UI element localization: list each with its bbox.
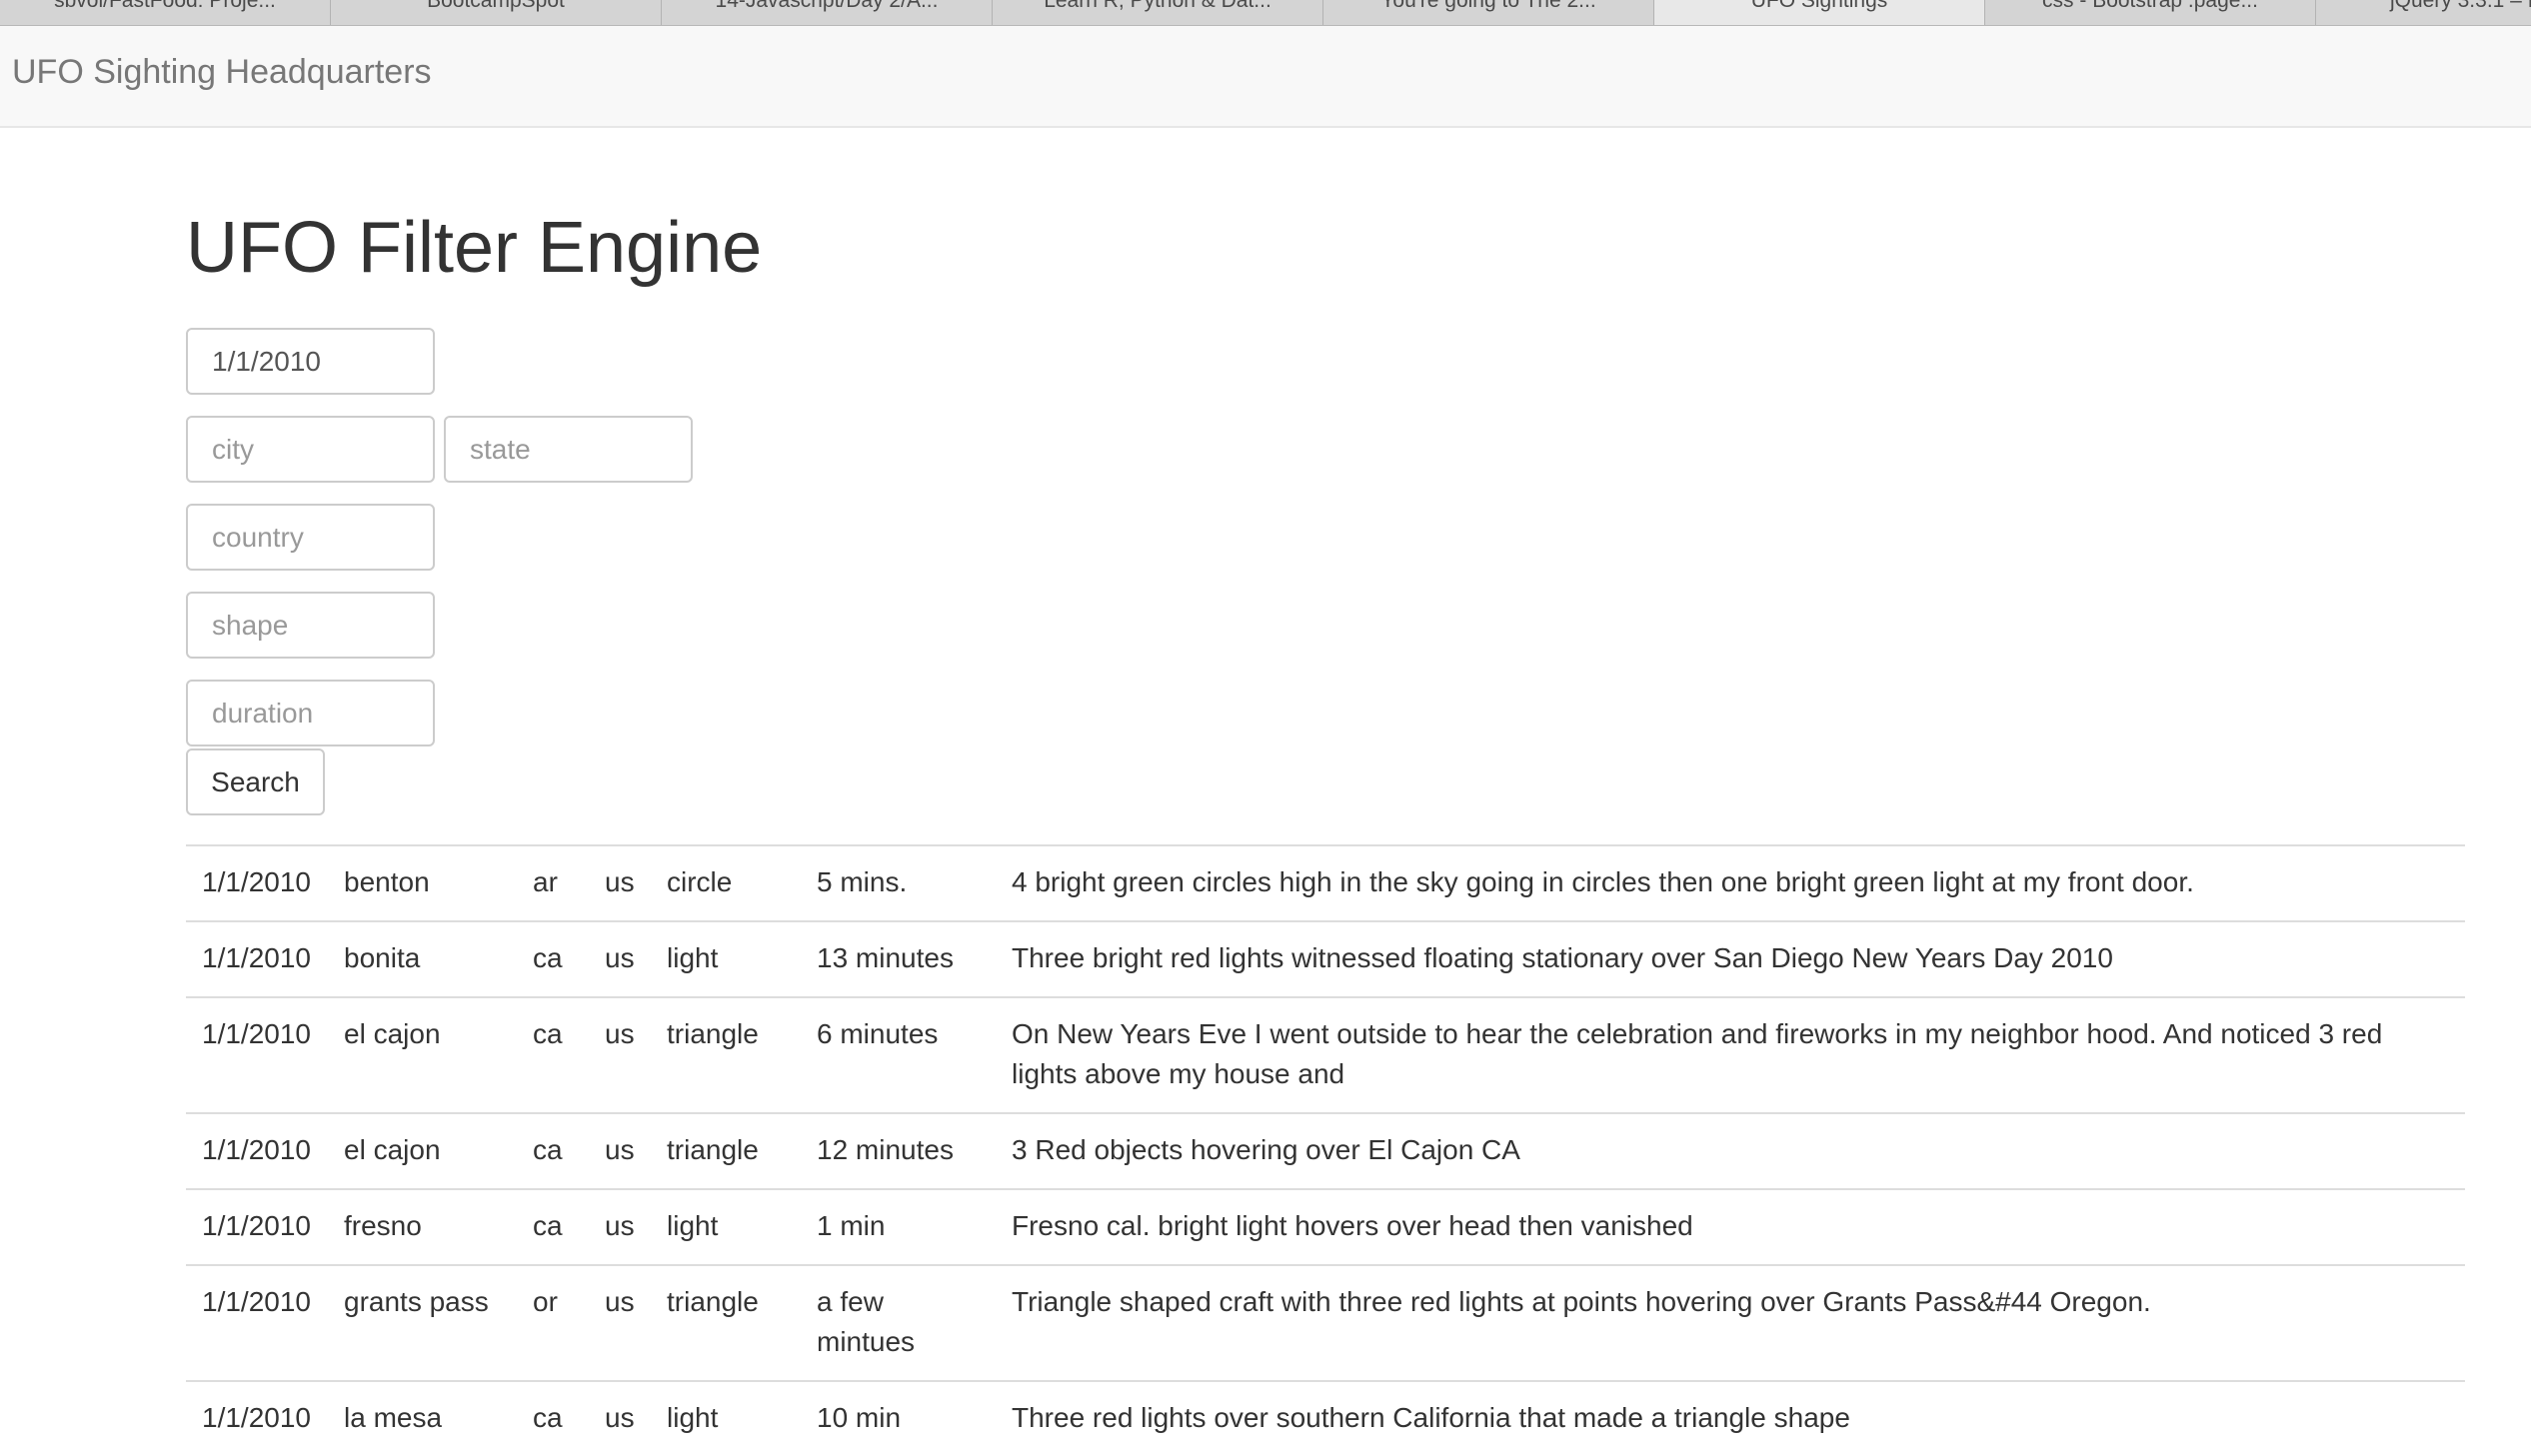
browser-tab-javascript-day2[interactable]: 14-Javascript/Day 2/A... — [662, 0, 993, 25]
table-row: 1/1/2010 la mesa ca us light 10 min Thre… — [186, 1380, 2465, 1456]
table-row: 1/1/2010 benton ar us circle 5 mins. 4 b… — [186, 844, 2465, 921]
country-cell: us — [589, 920, 651, 997]
date-cell: 1/1/2010 — [186, 996, 328, 1113]
browser-tab-bar: sbvol/FastFood: Proje... BootcampSpot 14… — [0, 0, 2531, 26]
shape-cell: triangle — [651, 1112, 801, 1189]
navbar: UFO Sighting Headquarters — [0, 26, 2531, 128]
browser-tab-label: css - Bootstrap .page... — [2042, 0, 2258, 12]
country-cell: us — [589, 1380, 651, 1456]
country-cell: us — [589, 1112, 651, 1189]
browser-tab-label: 14-Javascript/Day 2/A... — [715, 0, 939, 12]
page-title: UFO Filter Engine — [186, 208, 763, 288]
shape-cell: triangle — [651, 996, 801, 1113]
browser-tab-label: UFO Sightings — [1750, 0, 1888, 12]
table-row: 1/1/2010 el cajon ca us triangle 12 minu… — [186, 1112, 2465, 1189]
duration-cell: 6 minutes — [801, 996, 996, 1113]
comment-cell: Three bright red lights witnessed floati… — [996, 920, 2465, 997]
browser-tab-bootstrap-page[interactable]: css - Bootstrap .page... — [1985, 0, 2316, 25]
shape-cell: triangle — [651, 1264, 801, 1381]
shape-cell: circle — [651, 844, 801, 921]
shape-cell: light — [651, 1188, 801, 1265]
state-cell: ca — [517, 1112, 589, 1189]
table-row: 1/1/2010 el cajon ca us triangle 6 minut… — [186, 996, 2465, 1113]
comment-cell: 4 bright green circles high in the sky g… — [996, 844, 2465, 921]
navbar-brand-link[interactable]: UFO Sighting Headquarters — [12, 52, 432, 92]
state-filter-input[interactable] — [444, 416, 693, 483]
browser-tab-learn-r-python[interactable]: Learn R, Python & Dat... — [993, 0, 1323, 25]
country-cell: us — [589, 1188, 651, 1265]
date-cell: 1/1/2010 — [186, 1264, 328, 1381]
state-cell: ar — [517, 844, 589, 921]
duration-cell: 13 minutes — [801, 920, 996, 997]
browser-tab-ufo-sightings[interactable]: UFO Sightings — [1654, 0, 1985, 25]
table-row: 1/1/2010 fresno ca us light 1 min Fresno… — [186, 1188, 2465, 1265]
country-cell: us — [589, 844, 651, 921]
city-cell: bonita — [328, 920, 517, 997]
shape-filter-input[interactable] — [186, 592, 435, 659]
browser-tab-bootcampspot[interactable]: BootcampSpot — [331, 0, 662, 25]
state-cell: ca — [517, 920, 589, 997]
country-cell: us — [589, 1264, 651, 1381]
city-cell: grants pass — [328, 1264, 517, 1381]
comment-cell: Fresno cal. bright light hovers over hea… — [996, 1188, 2465, 1265]
browser-tab-label: Learn R, Python & Dat... — [1044, 0, 1271, 12]
city-cell: benton — [328, 844, 517, 921]
browser-tab-label: jQuery 3.3.1 – fixed — [2389, 0, 2531, 12]
browser-tab-label: You're going to The 2... — [1380, 0, 1596, 12]
table-row: 1/1/2010 grants pass or us triangle a fe… — [186, 1264, 2465, 1381]
browser-tab-label: sbvol/FastFood: Proje... — [54, 0, 276, 12]
duration-cell: 1 min — [801, 1188, 996, 1265]
state-cell: ca — [517, 996, 589, 1113]
city-cell: fresno — [328, 1188, 517, 1265]
duration-cell: 5 mins. — [801, 844, 996, 921]
date-cell: 1/1/2010 — [186, 1188, 328, 1265]
state-cell: ca — [517, 1380, 589, 1456]
duration-cell: a few mintues — [801, 1264, 996, 1381]
browser-tab-fastfood[interactable]: sbvol/FastFood: Proje... — [0, 0, 331, 25]
comment-cell: Triangle shaped craft with three red lig… — [996, 1264, 2465, 1381]
country-cell: us — [589, 996, 651, 1113]
date-cell: 1/1/2010 — [186, 1112, 328, 1189]
comment-cell: Three red lights over southern Californi… — [996, 1380, 2465, 1456]
date-cell: 1/1/2010 — [186, 1380, 328, 1456]
duration-cell: 12 minutes — [801, 1112, 996, 1189]
search-button[interactable]: Search — [186, 748, 325, 815]
table-row: 1/1/2010 bonita ca us light 13 minutes T… — [186, 920, 2465, 997]
duration-cell: 10 min — [801, 1380, 996, 1456]
country-filter-input[interactable] — [186, 504, 435, 571]
state-cell: or — [517, 1264, 589, 1381]
browser-tab-jquery[interactable]: jQuery 3.3.1 – fixed — [2316, 0, 2531, 25]
date-cell: 1/1/2010 — [186, 920, 328, 997]
shape-cell: light — [651, 1380, 801, 1456]
ufo-results-table: 1/1/2010 benton ar us circle 5 mins. 4 b… — [186, 844, 2465, 1456]
city-cell: el cajon — [328, 996, 517, 1113]
city-cell: la mesa — [328, 1380, 517, 1456]
shape-cell: light — [651, 920, 801, 997]
comment-cell: On New Years Eve I went outside to hear … — [996, 996, 2465, 1113]
state-cell: ca — [517, 1188, 589, 1265]
date-cell: 1/1/2010 — [186, 844, 328, 921]
comment-cell: 3 Red objects hovering over El Cajon CA — [996, 1112, 2465, 1189]
city-filter-input[interactable] — [186, 416, 435, 483]
date-filter-input[interactable] — [186, 328, 435, 395]
browser-tab-youre-going[interactable]: You're going to The 2... — [1323, 0, 1654, 25]
city-cell: el cajon — [328, 1112, 517, 1189]
browser-tab-label: BootcampSpot — [427, 0, 565, 12]
duration-filter-input[interactable] — [186, 680, 435, 746]
